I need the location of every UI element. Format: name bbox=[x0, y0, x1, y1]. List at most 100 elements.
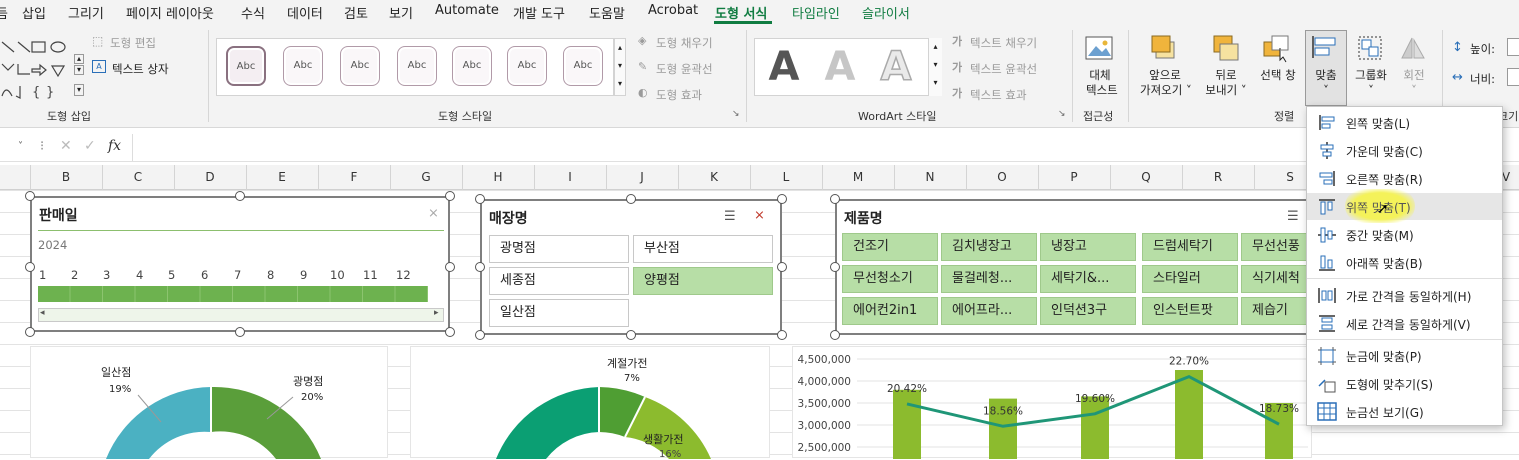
col-header[interactable]: M bbox=[848, 170, 868, 184]
col-header[interactable]: S bbox=[1280, 170, 1300, 184]
text-outline-button[interactable]: 텍스트 윤곽선 bbox=[970, 61, 1037, 77]
col-header[interactable]: D bbox=[200, 170, 220, 184]
menu-distribute-vertically[interactable]: 세로 간격을 동일하게(V) bbox=[1307, 310, 1502, 337]
col-header[interactable]: O bbox=[992, 170, 1012, 184]
slicer-item[interactable]: 물걸레청... bbox=[941, 265, 1037, 293]
wordart-style-1[interactable]: A bbox=[758, 41, 810, 93]
col-header[interactable]: P bbox=[1064, 170, 1084, 184]
slicer-item[interactable]: 스타일러 bbox=[1142, 265, 1238, 293]
shape-effects-button[interactable]: 도형 효과 bbox=[656, 87, 702, 103]
col-header[interactable]: L bbox=[776, 170, 796, 184]
scroll-right-icon[interactable]: ▸ bbox=[434, 308, 439, 318]
dialog-launcher-icon[interactable]: ↘ bbox=[732, 109, 740, 119]
menu-snap-to-grid[interactable]: 눈금에 맞춤(P) bbox=[1307, 342, 1502, 369]
gallery-scroll-up[interactable]: ▴ bbox=[74, 54, 84, 64]
dialog-launcher-icon[interactable]: ↘ bbox=[1058, 109, 1066, 119]
style-gallery-scroll[interactable]: ▴ ▾ ▾ bbox=[614, 38, 626, 96]
tab-timeline[interactable]: 타임라인 bbox=[792, 3, 840, 22]
shape-style-3[interactable]: Abc bbox=[340, 46, 380, 86]
slicer-item[interactable]: 인스턴트팟 bbox=[1142, 297, 1238, 325]
slicer-item[interactable]: 세탁기&... bbox=[1040, 265, 1136, 293]
col-header[interactable]: E bbox=[272, 170, 292, 184]
slicer-item[interactable]: 세종점 bbox=[489, 267, 629, 295]
group-button[interactable]: 그룹화 ˅ bbox=[1350, 68, 1392, 98]
insert-function-button[interactable]: fx bbox=[108, 138, 121, 154]
shapes-gallery[interactable]: {} bbox=[0, 38, 72, 108]
col-header[interactable]: B bbox=[56, 170, 76, 184]
col-header[interactable]: Q bbox=[1136, 170, 1156, 184]
col-header[interactable]: K bbox=[704, 170, 724, 184]
enter-icon[interactable]: ✓ bbox=[84, 138, 96, 154]
slicer-item[interactable]: 에어컨2in1 bbox=[842, 297, 938, 325]
col-header[interactable]: F bbox=[344, 170, 364, 184]
menu-align-bottom[interactable]: 아래쪽 맞춤(B) bbox=[1307, 249, 1502, 276]
wordart-gallery-scroll[interactable]: ▴ ▾ ▾ bbox=[928, 38, 942, 96]
product-slicer[interactable]: 제품명 ☰ 건조기 김치냉장고 냉장고 드럼세탁기 무선선풍 무선청소기 물걸레… bbox=[835, 199, 1321, 335]
multi-select-icon[interactable]: ☰ bbox=[724, 209, 736, 224]
col-header[interactable]: N bbox=[920, 170, 940, 184]
menu-align-middle[interactable]: 중간 맞춤(M) bbox=[1307, 221, 1502, 248]
alt-text-button[interactable]: 대체 텍스트 bbox=[1086, 68, 1118, 98]
timeline-selection-bar[interactable] bbox=[38, 286, 428, 302]
tab-formulas[interactable]: 수식 bbox=[241, 3, 265, 22]
bring-forward-button[interactable]: 앞으로 가져오기 ˅ bbox=[1140, 68, 1192, 98]
shape-fill-button[interactable]: 도형 채우기 bbox=[656, 35, 713, 51]
tab-draw[interactable]: 그리기 bbox=[68, 3, 104, 22]
edit-shape-button[interactable]: 도형 편집 bbox=[110, 35, 156, 51]
menu-view-gridlines[interactable]: 눈금선 보기(G) bbox=[1307, 398, 1502, 425]
formula-input[interactable] bbox=[132, 134, 1312, 161]
name-box-dropdown-icon[interactable]: ˅ bbox=[18, 141, 23, 152]
timeline-scrollbar[interactable] bbox=[38, 308, 444, 322]
menu-distribute-horizontally[interactable]: 가로 간격을 동일하게(H) bbox=[1307, 282, 1502, 309]
text-fill-button[interactable]: 텍스트 채우기 bbox=[970, 35, 1037, 51]
shape-style-7[interactable]: Abc bbox=[563, 46, 603, 86]
col-header[interactable]: R bbox=[1208, 170, 1228, 184]
slicer-item[interactable]: 건조기 bbox=[842, 233, 938, 261]
slicer-item[interactable]: 드럼세탁기 bbox=[1142, 233, 1238, 261]
shape-style-4[interactable]: Abc bbox=[397, 46, 437, 86]
col-header[interactable]: G bbox=[416, 170, 436, 184]
tab-help[interactable]: 도움말 bbox=[589, 3, 625, 22]
tab-slicer[interactable]: 슬라이서 bbox=[862, 3, 910, 22]
tab-view[interactable]: 보기 bbox=[389, 3, 413, 22]
slicer-item[interactable]: 에어프라... bbox=[941, 297, 1037, 325]
wordart-style-3[interactable]: A bbox=[870, 41, 922, 93]
multi-select-icon[interactable]: ☰ bbox=[1287, 209, 1299, 224]
combo-chart[interactable]: 4,500,000 4,000,000 3,500,000 3,000,000 2,50… bbox=[792, 346, 1312, 459]
slicer-item[interactable]: 김치냉장고 bbox=[941, 233, 1037, 261]
slicer-item[interactable]: 냉장고 bbox=[1040, 233, 1136, 261]
slicer-item[interactable]: 무선청소기 bbox=[842, 265, 938, 293]
donut-chart-categories[interactable]: 계절가전 7% 생활가전 16% bbox=[410, 346, 770, 460]
timeline-slicer[interactable]: 판매일 ⨯ 2024 1 2 3 4 5 6 7 8 9 10 11 12 ◂ … bbox=[30, 196, 450, 332]
tab-acrobat[interactable]: Acrobat bbox=[648, 3, 698, 18]
col-header[interactable]: I bbox=[560, 170, 580, 184]
menu-align-right[interactable]: 오른쪽 맞춤(R) bbox=[1307, 165, 1502, 192]
height-input[interactable] bbox=[1507, 38, 1519, 56]
rotate-button[interactable]: 회전 ˅ bbox=[1396, 68, 1432, 98]
tab-page-layout[interactable]: 페이지 레이아웃 bbox=[126, 3, 214, 22]
width-input[interactable] bbox=[1507, 68, 1519, 86]
send-backward-button[interactable]: 뒤로 보내기 ˅ bbox=[1204, 68, 1248, 98]
tab-developer[interactable]: 개발 도구 bbox=[513, 3, 565, 22]
col-header[interactable]: J bbox=[632, 170, 652, 184]
tab-data[interactable]: 데이터 bbox=[287, 3, 323, 22]
shape-style-6[interactable]: Abc bbox=[507, 46, 547, 86]
gallery-scroll-down[interactable]: ▾ bbox=[74, 65, 84, 75]
tab-review[interactable]: 검토 bbox=[344, 3, 368, 22]
slicer-item[interactable]: 광명점 bbox=[489, 235, 629, 263]
tab-shape-format[interactable]: 도형 서식 bbox=[715, 3, 767, 22]
shape-outline-button[interactable]: 도형 윤곽선 bbox=[656, 61, 713, 77]
tab-insert[interactable]: 삽입 bbox=[22, 3, 46, 22]
selection-pane-button[interactable]: 선택 창 bbox=[1258, 68, 1298, 83]
tab-automate[interactable]: Automate bbox=[435, 3, 499, 18]
slicer-item[interactable]: 인덕션3구 bbox=[1040, 297, 1136, 325]
gallery-more[interactable]: ▾ bbox=[74, 84, 84, 96]
text-box-button[interactable]: 텍스트 상자 bbox=[112, 61, 169, 77]
slicer-item[interactable]: 일산점 bbox=[489, 299, 629, 327]
col-header[interactable]: C bbox=[128, 170, 148, 184]
col-header[interactable]: H bbox=[488, 170, 508, 184]
slicer-item-selected[interactable]: 양평점 bbox=[633, 267, 773, 295]
menu-align-left[interactable]: 왼쪽 맞춤(L) bbox=[1307, 109, 1502, 136]
text-effects-button[interactable]: 텍스트 효과 bbox=[970, 87, 1027, 103]
menu-align-top-hovered[interactable]: 위쪽 맞춤(T) ➚ bbox=[1307, 189, 1502, 223]
